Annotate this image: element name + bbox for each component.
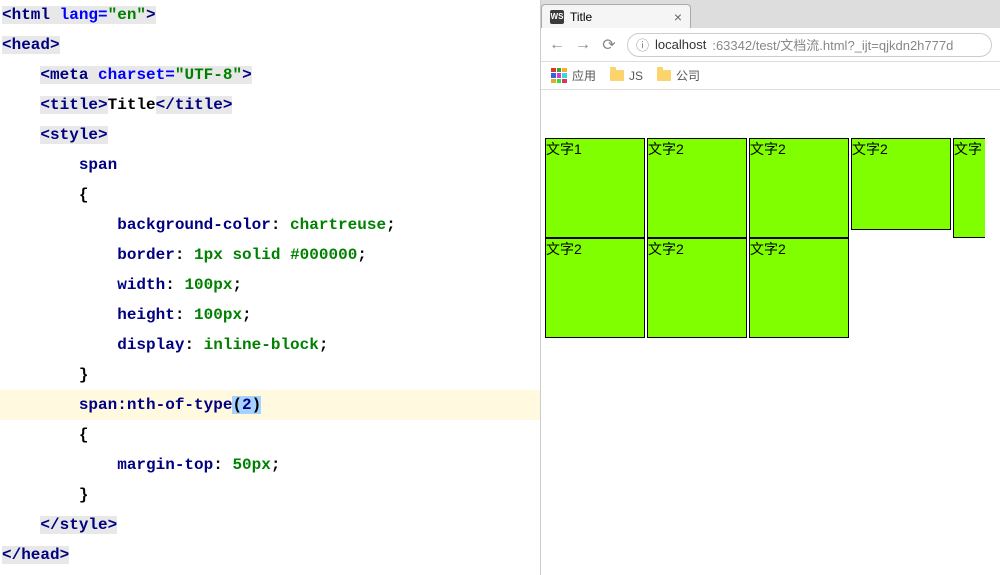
val-mt: 50: [232, 456, 251, 474]
prop-mt: margin-top: [117, 456, 213, 474]
url-host: localhost: [655, 37, 706, 52]
apps-button[interactable]: 应用: [551, 67, 596, 84]
prop-width: width: [117, 276, 165, 294]
render-box: 文字2: [749, 238, 849, 338]
folder-icon: [610, 70, 624, 81]
val-b1: 1: [194, 246, 204, 264]
bookmark-company[interactable]: 公司: [657, 67, 700, 84]
address-bar: ← → ⟳ ⓘ localhost :63342/test/文档流.html?_i…: [541, 28, 1000, 62]
render-box: 文字1: [545, 138, 645, 238]
bm-company-label: 公司: [676, 67, 700, 84]
meta-attr: charset: [98, 66, 165, 84]
selector-span: span: [79, 156, 117, 174]
reload-icon[interactable]: ⟳: [601, 35, 617, 55]
tab-favicon: WS: [550, 10, 564, 24]
meta-val: "UTF-8": [175, 66, 242, 84]
val-hpx: px: [223, 306, 242, 324]
folder-icon: [657, 70, 671, 81]
val-mtpx: px: [252, 456, 271, 474]
url-input[interactable]: ⓘ localhost :63342/test/文档流.html?_ijt=qjk…: [627, 33, 992, 57]
style-close: style: [60, 516, 108, 534]
bookmarks-bar: 应用 JS 公司: [541, 62, 1000, 90]
close-icon[interactable]: ×: [674, 9, 682, 25]
forward-icon[interactable]: →: [575, 36, 591, 54]
apps-label: 应用: [572, 67, 596, 84]
val-h: 100: [194, 306, 223, 324]
selector-nth-arg: 2: [242, 396, 252, 414]
style-open: style: [50, 126, 98, 144]
tab-title: Title: [570, 10, 592, 24]
back-icon[interactable]: ←: [549, 36, 565, 54]
url-path: :63342/test/文档流.html?_ijt=qjkdn2h777d: [712, 35, 953, 54]
title-open: title: [50, 96, 98, 114]
val-display: inline-block: [204, 336, 319, 354]
render-box: 文字2: [647, 238, 747, 338]
bm-js-label: JS: [629, 69, 643, 83]
code-editor[interactable]: <html lang="en"> <head> <meta charset="U…: [0, 0, 540, 575]
val-bcolor: #000000: [290, 246, 357, 264]
val-bsolid: solid: [232, 246, 280, 264]
bookmark-js[interactable]: JS: [610, 69, 643, 83]
meta-tag: meta: [50, 66, 88, 84]
selector-nth: span:nth-of-type: [79, 396, 233, 414]
tab-bar: WS Title ×: [541, 0, 1000, 28]
val-bpx: px: [204, 246, 223, 264]
prop-border: border: [117, 246, 175, 264]
render-viewport: 文字1文字2文字2文字2文字文字2文字2文字2: [541, 90, 1000, 575]
browser-tab[interactable]: WS Title ×: [541, 4, 691, 28]
head-close: </head>: [2, 546, 69, 564]
val-wpx: px: [213, 276, 232, 294]
val-bg: chartreuse: [290, 216, 386, 234]
render-box: 文字2: [851, 138, 951, 230]
render-box: 文字2: [647, 138, 747, 238]
title-close: title: [175, 96, 223, 114]
browser-pane: WS Title × ← → ⟳ ⓘ localhost :63342/test/…: [540, 0, 1000, 575]
apps-icon: [551, 68, 567, 84]
render-box: 文字: [953, 138, 985, 238]
render-box: 文字2: [749, 138, 849, 238]
render-box: 文字2: [545, 238, 645, 338]
prop-display: display: [117, 336, 184, 354]
val-w: 100: [184, 276, 213, 294]
prop-height: height: [117, 306, 175, 324]
info-icon: ⓘ: [636, 35, 649, 54]
prop-bg: background-color: [117, 216, 271, 234]
title-text: Title: [108, 96, 156, 114]
